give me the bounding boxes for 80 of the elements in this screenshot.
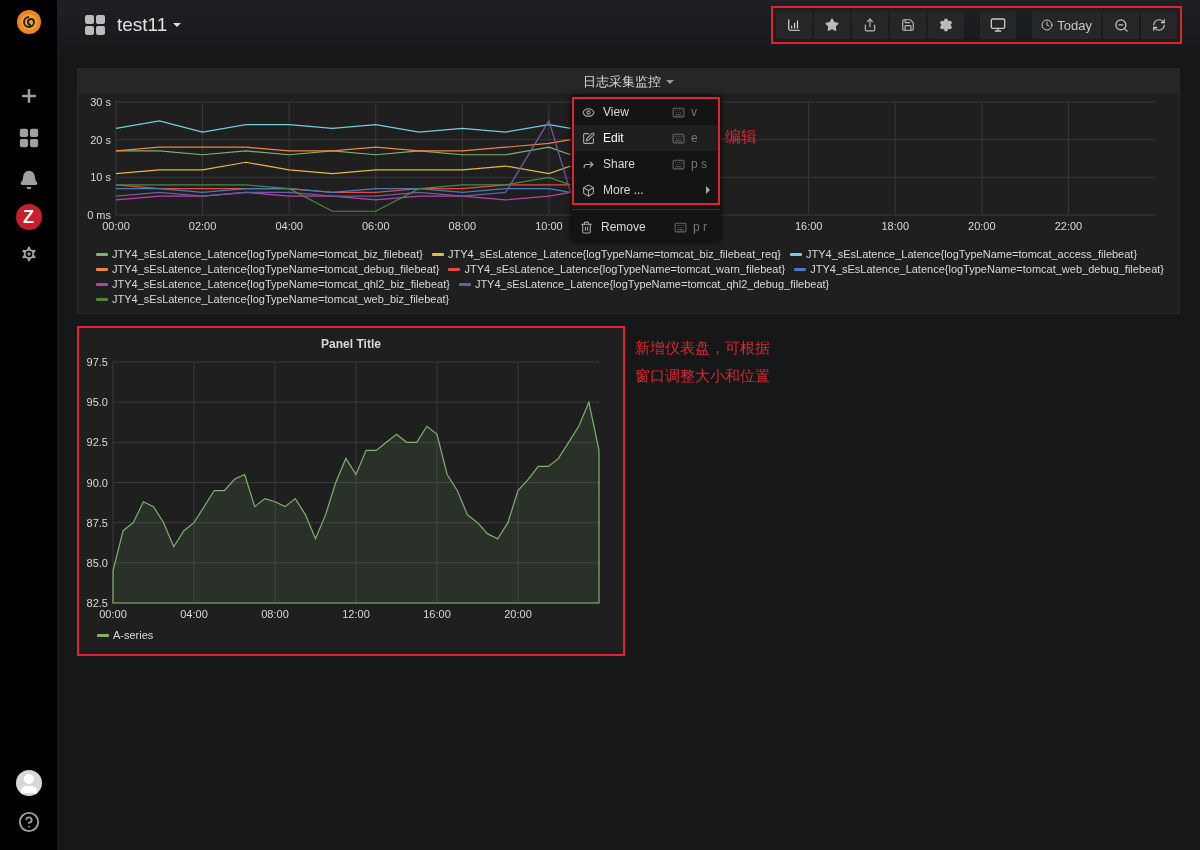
legend-label[interactable]: JTY4_sEsLatence_Latence{logTypeName=tomcat_warn_filebeat} xyxy=(464,263,786,275)
keyboard-icon xyxy=(674,220,687,234)
axis-label: 0 ms xyxy=(87,209,111,221)
share-button[interactable] xyxy=(852,11,889,39)
axis-label: 20:00 xyxy=(504,608,532,620)
menu-item[interactable]: Edit e xyxy=(574,125,718,151)
legend-label[interactable]: JTY4_sEsLatence_Latence{logTypeName=tomcat_web_biz_filebeat} xyxy=(112,293,450,305)
menu-item[interactable]: View v xyxy=(574,99,718,125)
save-button[interactable] xyxy=(890,11,927,39)
axis-label: 00:00 xyxy=(99,608,127,620)
legend-label[interactable]: JTY4_sEsLatence_Latence{logTypeName=tomcat_qhl2_debug_filebeat} xyxy=(474,278,830,290)
time-range-button[interactable]: Today xyxy=(1032,11,1101,39)
settings-button[interactable] xyxy=(928,11,965,39)
axis-label: 90.0 xyxy=(86,476,108,489)
legend-label[interactable]: JTY4_sEsLatence_Latence{logTypeName=tomcat_debug_filebeat} xyxy=(112,263,440,275)
axis-label: 16:00 xyxy=(423,608,451,620)
axis-label: 10:00 xyxy=(535,220,563,232)
axis-label: 06:00 xyxy=(362,220,390,232)
menu-item[interactable]: Remove p r xyxy=(572,214,720,240)
axis-label: 18:00 xyxy=(881,220,909,232)
axis-label: 02:00 xyxy=(188,220,217,232)
zoom-out-button[interactable] xyxy=(1103,11,1139,39)
axis-label: 30 s xyxy=(90,96,111,108)
annotation-note: 编辑 xyxy=(725,127,757,147)
legend-label[interactable]: JTY4_sEsLatence_Latence{logTypeName=tomcat_web_debug_filebeat} xyxy=(810,263,1164,275)
refresh-icon xyxy=(1152,18,1166,32)
axis-label: 87.5 xyxy=(86,516,108,529)
axis-label: 08:00 xyxy=(261,608,289,620)
axis-label: 08:00 xyxy=(448,220,477,232)
refresh-button[interactable] xyxy=(1141,11,1177,39)
legend-label[interactable]: JTY4_sEsLatence_Latence{logTypeName=tomcat_qhl2_biz_filebeat} xyxy=(112,278,450,290)
logo-icon[interactable] xyxy=(14,8,43,36)
axis-label: 85.0 xyxy=(86,556,108,569)
share-icon xyxy=(863,18,878,32)
submenu-arrow-icon xyxy=(706,186,710,194)
legend-label[interactable]: JTY4_sEsLatence_Latence{logTypeName=tomcat_access_filebeat} xyxy=(805,248,1138,260)
axis-label: 97.5 xyxy=(86,356,108,368)
star-button[interactable] xyxy=(814,11,851,39)
legend-label[interactable]: JTY4_sEsLatence_Latence{logTypeName=tomcat_biz_filebeat_req} xyxy=(447,248,781,260)
settings-icon xyxy=(939,18,954,32)
trash-icon xyxy=(580,220,593,234)
dashboard-icon xyxy=(83,13,107,37)
legend-label[interactable]: JTY4_sEsLatence_Latence{logTypeName=tomcat_biz_filebeat} xyxy=(112,248,423,260)
panel-title[interactable]: 日志采集监控 xyxy=(583,72,674,91)
avatar[interactable] xyxy=(15,770,42,796)
axis-label: 92.5 xyxy=(86,436,108,449)
save-icon xyxy=(901,18,916,32)
tv-mode-button[interactable] xyxy=(980,11,1017,39)
menu-item[interactable]: More ... xyxy=(574,177,718,203)
help-icon[interactable] xyxy=(17,811,40,833)
menu-item[interactable]: Share p s xyxy=(574,151,718,177)
keyboard-icon xyxy=(672,131,685,145)
add-panel-button[interactable] xyxy=(776,11,813,39)
dashboards-icon[interactable] xyxy=(17,127,40,149)
legend-label[interactable]: A-series xyxy=(113,629,154,641)
dashboard-title[interactable]: test11 xyxy=(117,14,182,36)
edit-icon xyxy=(582,131,595,145)
axis-label: 20 s xyxy=(90,133,111,146)
monitor-icon xyxy=(990,17,1007,33)
axis-label: 22:00 xyxy=(1054,220,1083,232)
axis-label: 04:00 xyxy=(275,220,303,232)
axis-label: 12:00 xyxy=(342,608,370,620)
cube-icon xyxy=(582,183,595,197)
star-icon xyxy=(825,18,840,32)
bell-icon[interactable] xyxy=(18,170,39,190)
plugin-badge[interactable]: Z xyxy=(15,204,42,230)
annotation-note: 新增仪表盘，可根据 窗口调整大小和位置 xyxy=(635,338,770,386)
clock-icon xyxy=(1041,19,1054,31)
eye-icon xyxy=(582,105,595,119)
zoom-out-icon xyxy=(1113,17,1129,33)
axis-label: 95.0 xyxy=(86,396,108,409)
axis-label: 82.5 xyxy=(86,597,108,609)
keyboard-icon xyxy=(672,157,685,171)
axis-label: 00:00 xyxy=(102,220,130,232)
axis-label: 20:00 xyxy=(968,220,996,232)
axis-label: 04:00 xyxy=(180,608,208,620)
panel-title[interactable]: Panel Title xyxy=(321,337,381,351)
keyboard-icon xyxy=(672,105,685,119)
axis-label: 10 s xyxy=(90,171,111,184)
axis-label: 16:00 xyxy=(794,220,823,232)
